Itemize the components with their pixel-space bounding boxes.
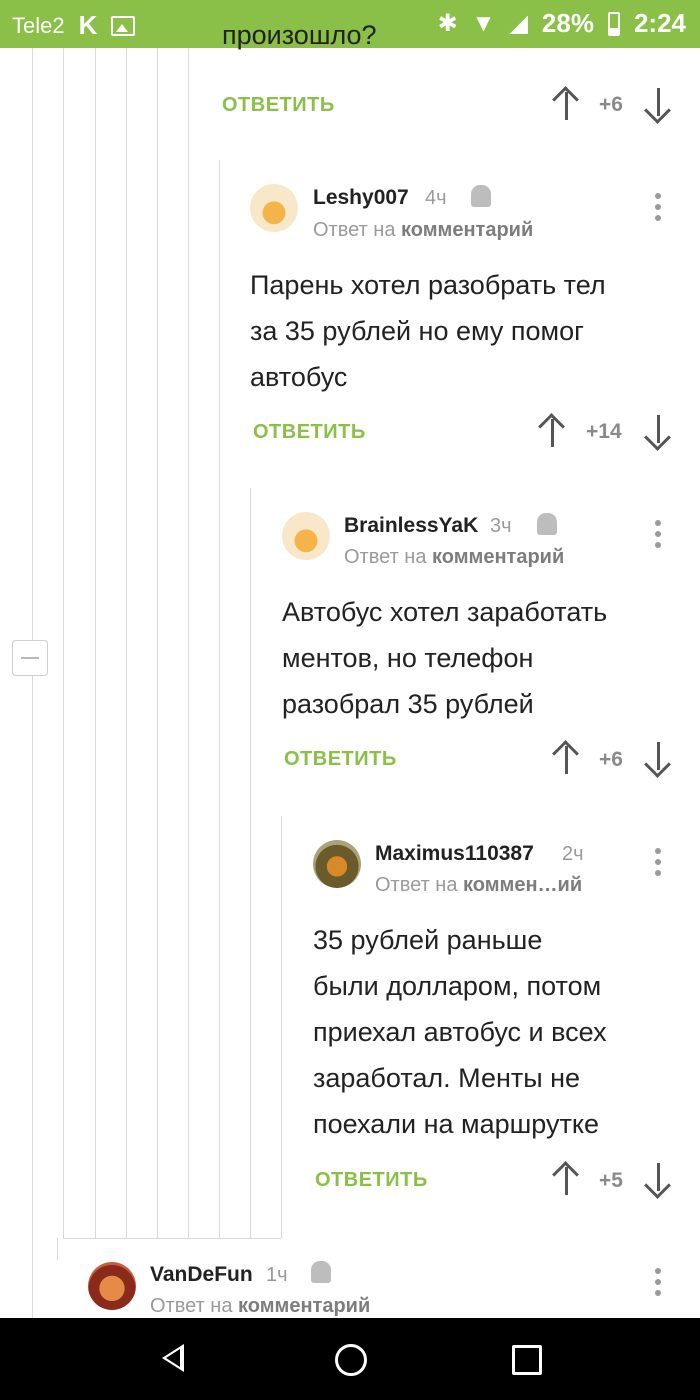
recent-apps-icon[interactable] [512, 1345, 542, 1375]
comment-line: за 35 рублей но ему помог [250, 316, 584, 346]
comment-time: 4ч [425, 187, 447, 209]
more-menu-icon[interactable] [655, 1268, 661, 1296]
reply-to-line: Ответ на комментарий [313, 219, 533, 242]
reply-button[interactable]: ОТВЕТИТЬ [315, 1169, 428, 1192]
reply-button[interactable]: ОТВЕТИТЬ [284, 748, 397, 771]
more-menu-icon[interactable] [655, 193, 661, 221]
thread-line [281, 816, 282, 1238]
comment-text-fragment: произошло? [222, 20, 377, 50]
comment-time: 2ч [562, 843, 584, 865]
vote-score: +6 [599, 93, 623, 116]
downvote-icon[interactable] [645, 1163, 673, 1197]
thread-line [250, 488, 251, 1238]
comment-author[interactable]: VanDeFun [150, 1263, 253, 1287]
reply-to-link[interactable]: коммен…ий [463, 874, 582, 896]
reply-to-line: Ответ на коммен…ий [375, 874, 582, 897]
reply-to-line: Ответ на комментарий [150, 1295, 370, 1318]
reply-to-prefix: Ответ на [150, 1295, 233, 1317]
reply-to-prefix: Ответ на [344, 546, 427, 568]
comment-line: Автобус хотел заработать [282, 597, 608, 627]
home-icon[interactable] [335, 1344, 367, 1376]
comment-author[interactable]: Leshy007 [313, 186, 409, 210]
thread-line [63, 48, 64, 1238]
upvote-icon[interactable] [553, 1163, 581, 1197]
thread-line [57, 1238, 58, 1260]
comment-body: Парень хотел разобрать тел за 35 рублей … [250, 262, 606, 400]
bluetooth-icon: ✱ [437, 10, 458, 37]
signal-icon: ◢ [509, 10, 528, 37]
comment-author[interactable]: BrainlessYaK [344, 514, 478, 538]
thread-line [157, 48, 158, 1238]
thread-line [219, 160, 220, 1238]
comment-line: приехал автобус и всех [313, 1017, 607, 1047]
system-nav-bar [0, 1318, 700, 1400]
thread-line [126, 48, 127, 1238]
reply-to-link[interactable]: комментарий [401, 219, 533, 241]
more-menu-icon[interactable] [655, 848, 661, 876]
reply-to-link[interactable]: комментарий [238, 1295, 370, 1317]
upvote-icon[interactable] [553, 88, 581, 122]
comment-line: были долларом, потом [313, 971, 602, 1001]
thread-line [32, 676, 33, 1318]
more-menu-icon[interactable] [655, 520, 661, 548]
downvote-icon[interactable] [645, 88, 673, 122]
reply-button[interactable]: ОТВЕТИТЬ [253, 421, 366, 444]
comment-time: 1ч [266, 1264, 288, 1286]
back-icon[interactable] [162, 1344, 184, 1372]
reply-button[interactable]: ОТВЕТИТЬ [222, 94, 335, 117]
upvote-icon[interactable] [553, 742, 581, 776]
comment-line: Парень хотел разобрать тел [250, 270, 606, 300]
android-icon [311, 1261, 331, 1283]
vote-score: +14 [586, 420, 622, 443]
avatar[interactable] [282, 512, 330, 560]
thread-line [32, 48, 33, 640]
upvote-icon[interactable] [539, 415, 567, 449]
downvote-icon[interactable] [645, 415, 673, 449]
comment-author[interactable]: Maximus110387 [375, 842, 534, 866]
reply-to-line: Ответ на комментарий [344, 546, 564, 569]
downvote-icon[interactable] [645, 742, 673, 776]
comment-time: 3ч [490, 515, 512, 537]
thread-divider [63, 1238, 281, 1239]
comment-line: поехали на маршрутке [313, 1109, 600, 1139]
avatar[interactable] [88, 1262, 136, 1310]
battery-percent: 28% [541, 8, 594, 38]
carrier-label: Tele2 [12, 12, 65, 38]
comment-line: 35 рублей раньше [313, 925, 543, 955]
reply-to-prefix: Ответ на [313, 219, 396, 241]
reply-to-prefix: Ответ на [375, 874, 458, 896]
clock: 2:24 [633, 8, 686, 38]
android-icon [471, 185, 491, 207]
thread-line [95, 48, 96, 1238]
comment-body: Автобус хотел заработать ментов, но теле… [282, 589, 607, 727]
avatar[interactable] [250, 184, 298, 232]
wifi-icon: ▼ [471, 9, 496, 37]
app-notification-icon: K [78, 10, 98, 40]
comment-line: заработал. Менты не [313, 1063, 581, 1093]
android-icon [537, 513, 557, 535]
comment-body: 35 рублей раньше были долларом, потом пр… [313, 917, 607, 1147]
avatar[interactable] [313, 840, 361, 888]
vote-score: +5 [599, 1169, 623, 1192]
thread-line [188, 48, 189, 1238]
vote-score: +6 [599, 748, 623, 771]
image-notification-icon [111, 15, 136, 36]
comment-line: автобус [250, 362, 348, 392]
battery-icon [607, 11, 620, 36]
reply-to-link[interactable]: комментарий [432, 546, 564, 568]
comment-line: разобрал 35 рублей [282, 689, 534, 719]
collapse-thread-button[interactable] [12, 640, 48, 676]
comment-line: ментов, но телефон [282, 643, 534, 673]
